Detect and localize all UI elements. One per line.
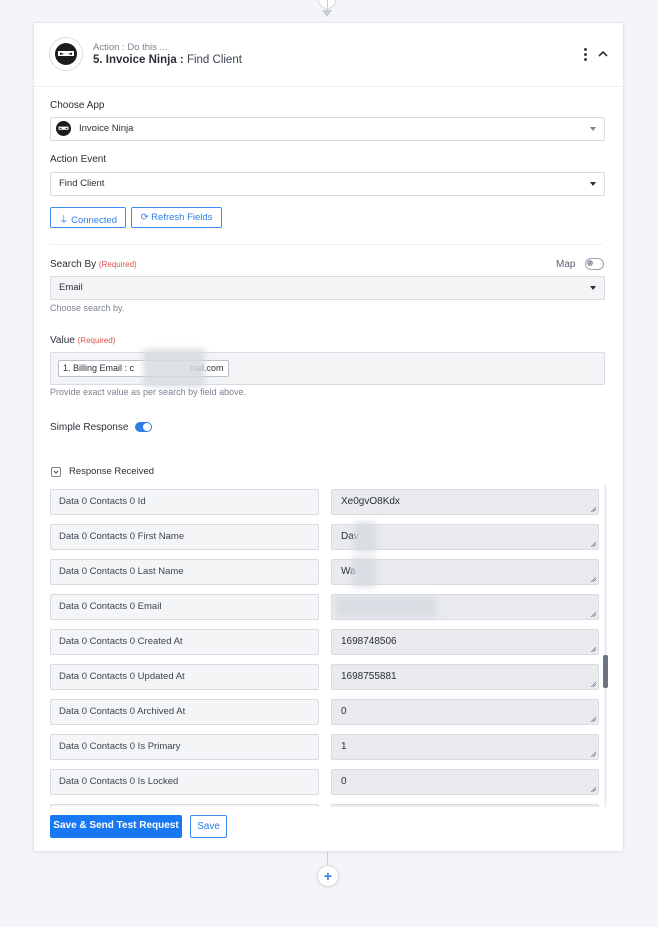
refresh-fields-button[interactable]: ⟳ Refresh Fields: [131, 207, 222, 228]
response-row: Data 0 Contacts 0 Email: [50, 594, 608, 622]
caret-down-icon: [590, 127, 596, 131]
caret-down-icon: [590, 182, 596, 186]
response-scrollbar-thumb[interactable]: [603, 655, 608, 688]
connected-button[interactable]: ⏚ Connected: [50, 207, 126, 228]
response-key-field[interactable]: Data 0 Contacts 0 Is Locked: [50, 769, 319, 795]
response-key-field[interactable]: Data 0 Contacts 0 Id: [50, 489, 319, 515]
choose-app-value: Invoice Ninja: [79, 123, 134, 134]
response-key-field[interactable]: Data 0 Contacts 0 Is Primary: [50, 734, 319, 760]
redacted-area: [352, 557, 376, 587]
value-input[interactable]: 1. Billing Email : c nail.com: [50, 349, 605, 387]
response-fields-list: Data 0 Contacts 0 Id Xe0gvO8Kdx Data 0 C…: [50, 485, 608, 807]
section-divider: [50, 244, 603, 245]
response-value-field[interactable]: Dav: [331, 522, 599, 552]
response-key-field[interactable]: Data 0 Contacts 0 Archived At: [50, 699, 319, 725]
resize-grip-icon[interactable]: [590, 576, 596, 582]
resize-grip-icon[interactable]: [590, 541, 596, 547]
required-marker: (Required): [98, 260, 137, 269]
action-event-value: Find Client: [59, 178, 105, 189]
response-row: Data 0 Contacts 0 First Name Dav: [50, 522, 608, 552]
resize-grip-icon[interactable]: [590, 786, 596, 792]
chip-prefix: 1. Billing Email : c: [63, 363, 135, 373]
invoice-ninja-logo-icon: [49, 37, 83, 71]
response-row: Data 0 Contacts 0 Is Primary 1: [50, 734, 608, 762]
chevron-down-icon: [53, 470, 59, 474]
response-row: [50, 804, 608, 807]
response-value-field[interactable]: [331, 804, 599, 807]
action-event-select[interactable]: Find Client: [50, 172, 605, 196]
response-received-label: Response Received: [69, 466, 155, 477]
value-label-text: Value: [50, 335, 75, 346]
step-header[interactable]: Action : Do this ... 5. Invoice Ninja : …: [34, 23, 623, 87]
response-row: Data 0 Contacts 0 Is Locked 0: [50, 769, 608, 797]
resize-grip-icon[interactable]: [590, 611, 596, 617]
invoice-ninja-mini-icon: [56, 121, 71, 136]
search-by-label-text: Search By: [50, 259, 97, 270]
action-step-card: Action : Do this ... 5. Invoice Ninja : …: [33, 22, 624, 852]
response-row: Data 0 Contacts 0 Last Name Wa: [50, 557, 608, 587]
step-title-app: 5. Invoice Ninja :: [93, 54, 184, 66]
response-row: Data 0 Contacts 0 Created At 1698748506: [50, 629, 608, 657]
resize-grip-icon[interactable]: [590, 716, 596, 722]
resize-grip-icon[interactable]: [590, 751, 596, 757]
redacted-area: [354, 522, 376, 552]
response-key-field[interactable]: Data 0 Contacts 0 Last Name: [50, 559, 319, 585]
response-scrollbar-track[interactable]: [604, 485, 607, 807]
value-hint: Provide exact value as per search by fie…: [50, 387, 247, 397]
choose-app-select[interactable]: Invoice Ninja: [50, 117, 605, 141]
step-kicker: Action : Do this ...: [93, 42, 168, 53]
caret-down-icon: [590, 286, 596, 290]
map-label: Map: [556, 259, 576, 270]
action-event-label: Action Event: [50, 154, 107, 165]
redacted-area: [336, 597, 436, 617]
plug-icon: ⏚: [58, 215, 69, 226]
add-step-button[interactable]: +: [317, 865, 339, 887]
response-value-field[interactable]: Wa: [331, 557, 599, 587]
response-row: Data 0 Contacts 0 Archived At 0: [50, 699, 608, 727]
search-by-label: Search By (Required): [50, 259, 137, 270]
required-marker: (Required): [77, 336, 116, 345]
response-value-field[interactable]: 1698748506: [331, 629, 599, 655]
collapse-response-toggle[interactable]: [51, 467, 61, 477]
response-key-field[interactable]: Data 0 Contacts 0 First Name: [50, 524, 319, 550]
value-label: Value (Required): [50, 335, 115, 346]
more-options-icon[interactable]: [582, 48, 588, 62]
resize-grip-icon[interactable]: [590, 646, 596, 652]
step-title-event: Find Client: [186, 54, 242, 66]
search-by-hint: Choose search by.: [50, 303, 125, 313]
response-value-field[interactable]: 1698755881: [331, 664, 599, 690]
search-by-select[interactable]: Email: [50, 276, 605, 300]
resize-grip-icon[interactable]: [590, 681, 596, 687]
response-row: Data 0 Contacts 0 Id Xe0gvO8Kdx: [50, 489, 608, 517]
redacted-area: [143, 349, 205, 387]
response-key-field[interactable]: Data 0 Contacts 0 Created At: [50, 629, 319, 655]
refresh-icon: ⟳: [140, 212, 149, 223]
response-key-field[interactable]: [50, 804, 319, 807]
response-key-field[interactable]: Data 0 Contacts 0 Updated At: [50, 664, 319, 690]
simple-response-label: Simple Response: [50, 422, 129, 433]
response-value-field[interactable]: [331, 594, 599, 620]
response-value-field[interactable]: 0: [331, 769, 599, 795]
connector-line-bottom: [327, 851, 328, 865]
choose-app-label: Choose App: [50, 100, 105, 111]
resize-grip-icon[interactable]: [590, 506, 596, 512]
refresh-fields-button-label: Refresh Fields: [151, 212, 213, 223]
chevron-up-icon[interactable]: [596, 48, 610, 60]
response-value-field[interactable]: 0: [331, 699, 599, 725]
response-row: Data 0 Contacts 0 Updated At 1698755881: [50, 664, 608, 692]
connected-button-label: Connected: [71, 215, 118, 226]
map-toggle[interactable]: [585, 258, 604, 270]
search-by-value: Email: [59, 282, 83, 293]
response-key-field[interactable]: Data 0 Contacts 0 Email: [50, 594, 319, 620]
response-value-field[interactable]: Xe0gvO8Kdx: [331, 489, 599, 515]
step-title: 5. Invoice Ninja : Find Client: [93, 54, 242, 66]
save-send-test-button[interactable]: Save & Send Test Request: [50, 815, 182, 838]
save-button[interactable]: Save: [190, 815, 227, 838]
response-value-field[interactable]: 1: [331, 734, 599, 760]
connector-arrow-icon: [322, 10, 332, 17]
simple-response-toggle[interactable]: [135, 422, 152, 432]
plus-icon: +: [323, 868, 333, 884]
